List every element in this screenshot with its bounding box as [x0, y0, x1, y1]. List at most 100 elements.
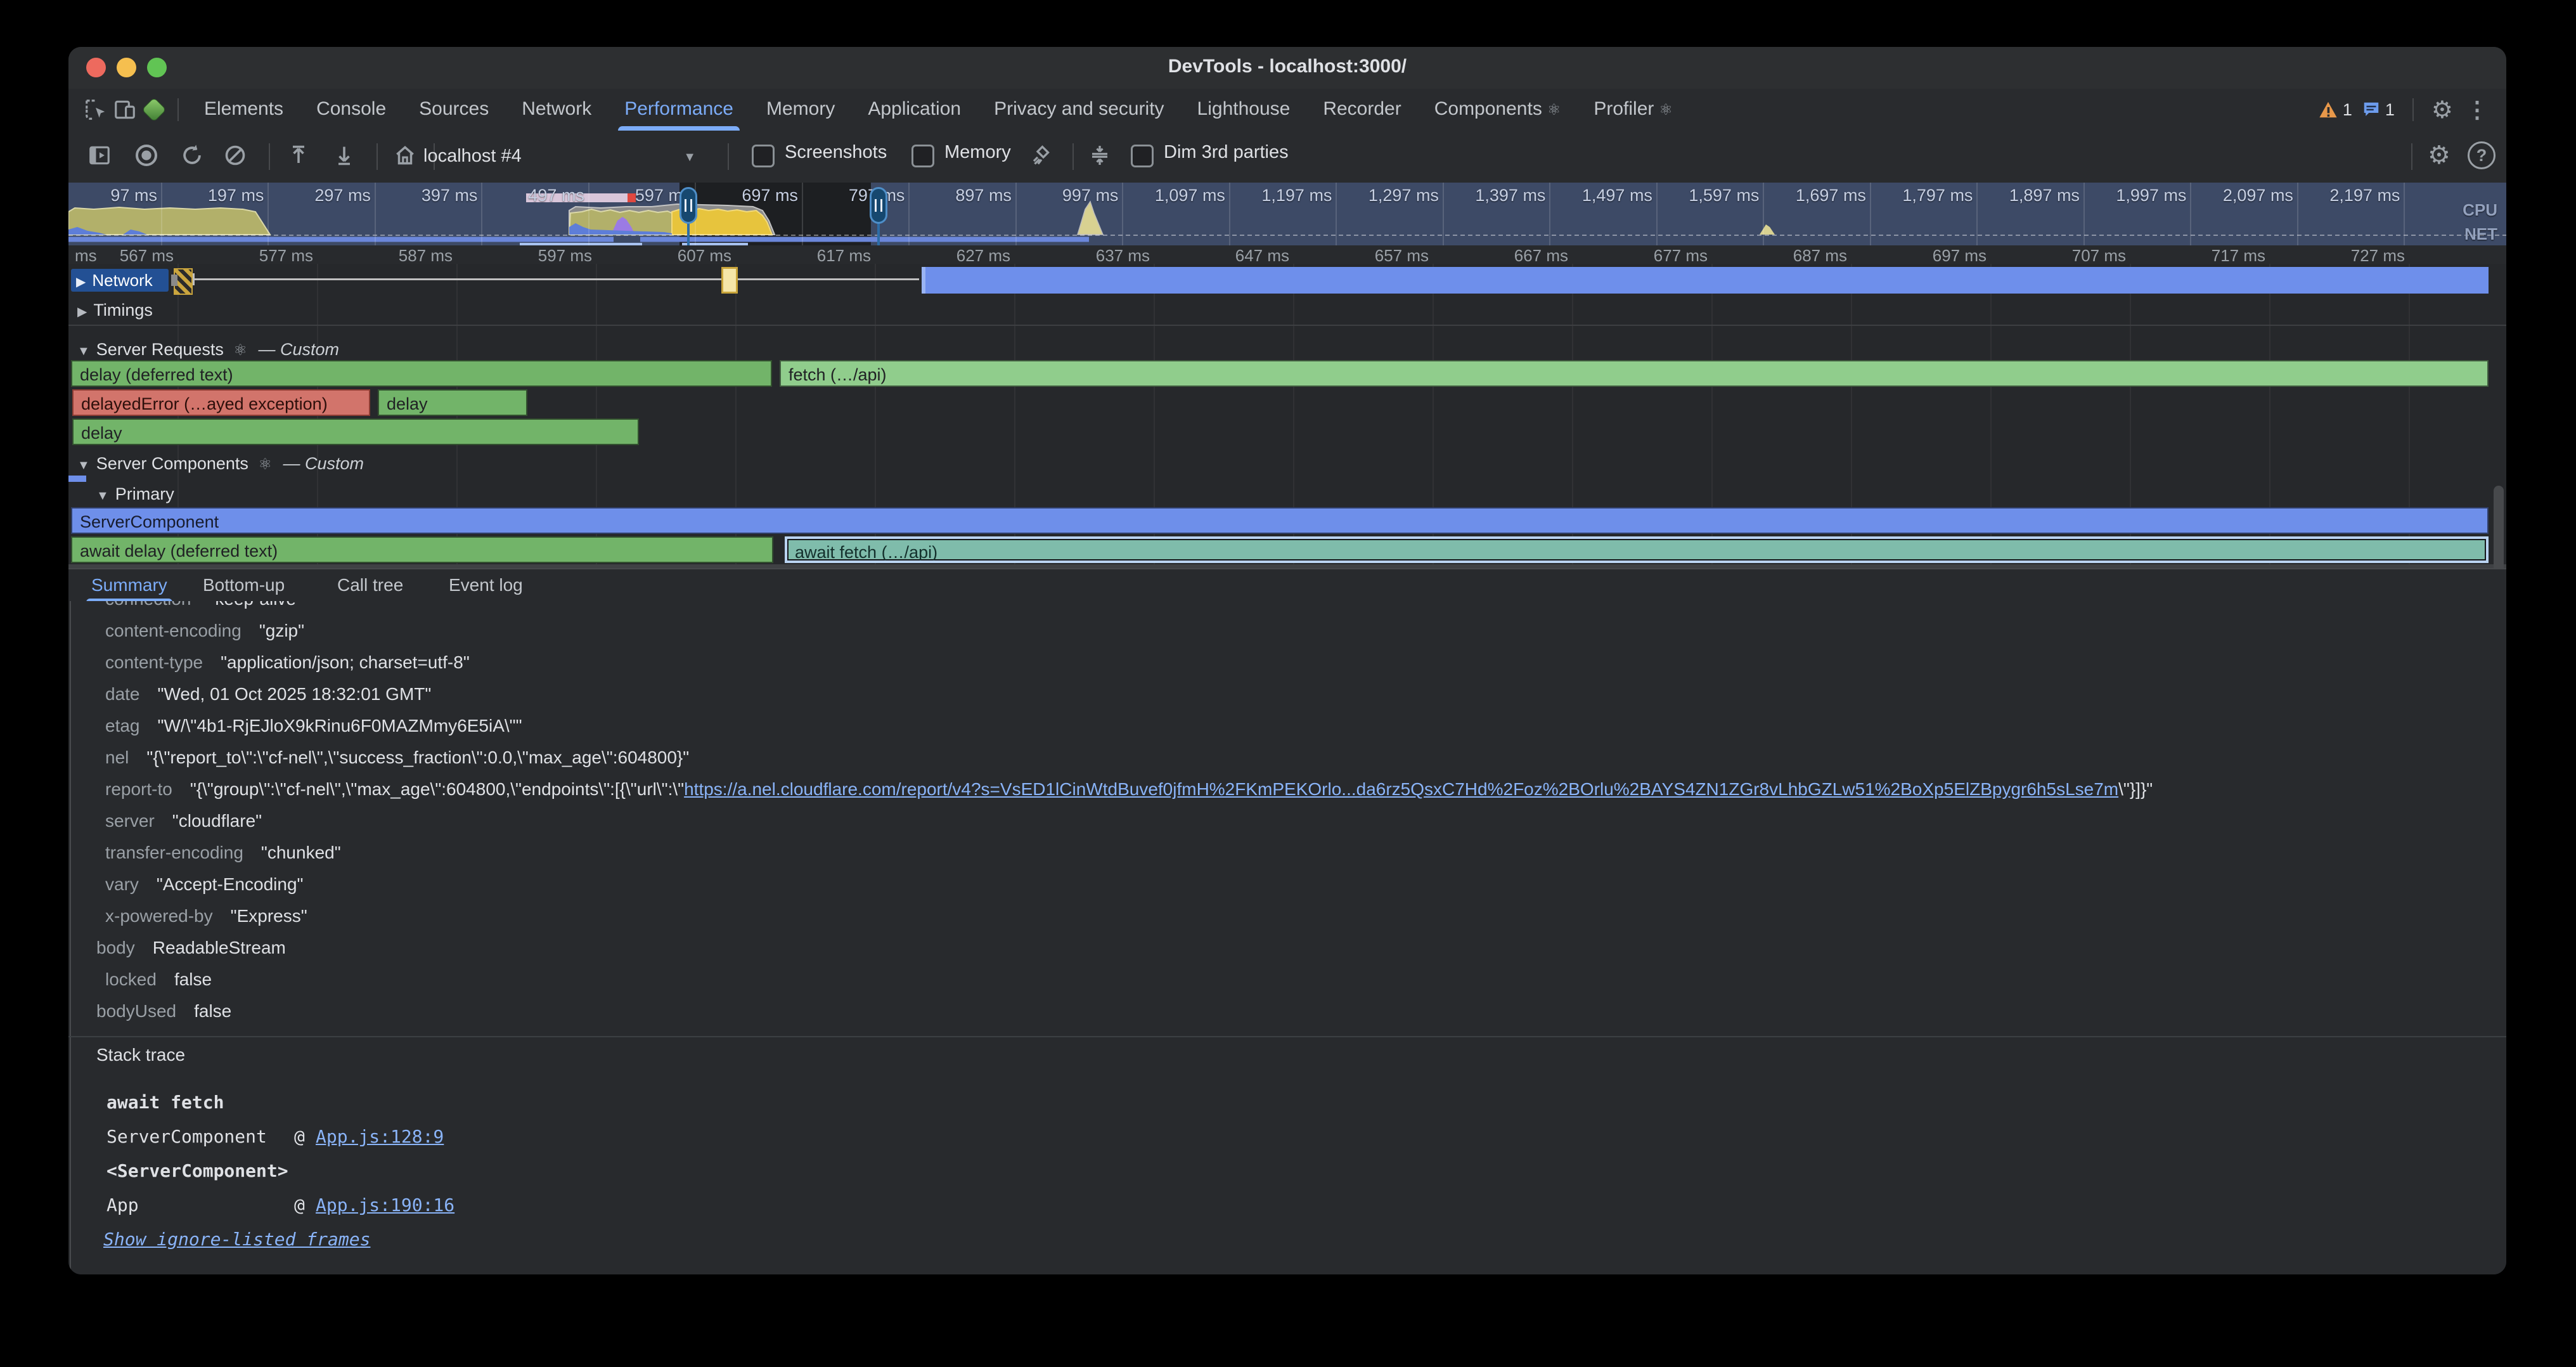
screenshots-checkbox[interactable] [752, 145, 775, 167]
overview-ruler-label: 1,397 ms [1438, 186, 1545, 205]
memory-checkbox[interactable] [911, 145, 934, 167]
timeline-overview[interactable]: 97 ms197 ms297 ms397 ms497 ms597 ms697 m… [68, 183, 2506, 245]
flame-bar-await-fetch-selected[interactable]: await fetch (…/api) [785, 536, 2489, 563]
property-value: "{\"group\":\"cf-nel\",\"max_age\":60480… [190, 779, 2153, 799]
tab-memory[interactable]: Memory [764, 89, 837, 131]
collapse-icon [1088, 144, 1111, 167]
property-key: date [105, 684, 140, 704]
flame-bar-fetch-api[interactable]: fetch (…/api) [780, 360, 2489, 387]
titlebar: DevTools - localhost:3000/ [68, 47, 2506, 90]
property-key: connection [105, 601, 191, 609]
device-toolbar-button[interactable] [110, 95, 139, 124]
toggle-sidebar-button[interactable] [82, 138, 117, 172]
tab-sources[interactable]: Sources [416, 89, 491, 131]
selection-right-handle[interactable] [870, 187, 887, 224]
summary-row: content-encoding "gzip" [68, 615, 2506, 647]
property-value: "gzip" [259, 621, 304, 640]
tab-call-tree[interactable]: Call tree [337, 569, 403, 602]
summary-pane: connection"keep-alive" content-encoding "g… [68, 601, 2506, 1274]
react-atom-icon: ⚛ [1659, 101, 1673, 119]
tab-lighthouse[interactable]: Lighthouse [1195, 89, 1293, 131]
report-to-url-link[interactable]: https://a.nel.cloudflare.com/report/v4?s… [684, 779, 2118, 799]
property-key: content-encoding [105, 621, 242, 640]
load-profile-button[interactable] [281, 138, 316, 172]
warning-icon[interactable] [2317, 100, 2339, 119]
summary-row: transfer-encoding"chunked" [68, 837, 2506, 869]
stack-link-app-js-190[interactable]: App.js:190:16 [316, 1195, 454, 1215]
flame-vertical-scrollbar[interactable] [2494, 486, 2504, 568]
flame-bar-delay[interactable]: delay [378, 389, 527, 416]
clear-button[interactable] [218, 138, 252, 172]
tab-performance[interactable]: Performance [622, 89, 736, 131]
home-button[interactable] [388, 138, 422, 172]
summary-row: report-to"{\"group\":\"cf-nel\",\"max_ag… [68, 774, 2506, 805]
settings-gear-icon[interactable]: ⚙ [2431, 96, 2453, 124]
flame-bar-server-component[interactable]: ServerComponent [71, 507, 2489, 534]
track-network[interactable]: ▶Network [71, 269, 169, 292]
summary-row: x-powered-by "Express" [68, 900, 2506, 932]
tab-console[interactable]: Console [314, 89, 389, 131]
kebab-menu-icon[interactable]: ⋮ [2466, 96, 2489, 123]
divider [177, 98, 179, 121]
show-ignore-listed-frames-link[interactable]: Show ignore-listed frames [103, 1229, 370, 1250]
tab-application[interactable]: Application [865, 89, 963, 131]
tab-components[interactable]: Components⚛ [1432, 89, 1564, 131]
dim-3rd-parties-checkbox[interactable] [1131, 145, 1154, 167]
tab-event-log[interactable]: Event log [449, 569, 523, 602]
record-and-reload-button[interactable] [175, 138, 209, 172]
help-button[interactable]: ? [2464, 138, 2499, 172]
property-value: ReadableStream [153, 938, 286, 957]
value-text: \"}]}" [2118, 779, 2153, 799]
property-value: "Express" [231, 906, 307, 926]
gc-button[interactable] [1024, 138, 1059, 172]
caret-right-icon: ▶ [77, 305, 87, 319]
performance-toolbar: localhost #4 ▼ Screenshots Memory Dim 3r… [68, 131, 2506, 184]
summary-row: connection"keep-alive" [68, 601, 2506, 615]
track-resize-marker [171, 275, 177, 286]
flame-bar-delayed-error[interactable]: delayedError (…ayed exception) [72, 389, 370, 416]
tab-recorder[interactable]: Recorder [1320, 89, 1403, 131]
track-primary[interactable]: ▼Primary [96, 484, 174, 504]
caret-down-icon: ▼ [96, 489, 109, 503]
record-button[interactable] [129, 138, 164, 172]
help-icon: ? [2468, 141, 2496, 169]
collapse-tracks-button[interactable] [1083, 138, 1117, 172]
network-request-candle[interactable] [721, 267, 738, 294]
flame-bar-delay[interactable]: delay [72, 418, 639, 445]
selection-left-handle[interactable] [679, 187, 697, 224]
track-server-components[interactable]: ▼Server Components ⚛ — Custom [77, 454, 364, 474]
chevron-down-icon: ▼ [683, 139, 696, 175]
flame-bar-await-delay[interactable]: await delay (deferred text) [71, 536, 773, 563]
reload-icon [180, 143, 204, 167]
ruler-label: 697 ms [1885, 246, 1987, 264]
ruler-label: 597 ms [491, 246, 592, 264]
tab-summary[interactable]: Summary [91, 569, 167, 602]
property-value: "{\"report_to\":\"cf-nel\",\"success_fra… [146, 748, 689, 767]
whisker-tick [193, 273, 195, 285]
tab-bottom-up[interactable]: Bottom-up [203, 569, 285, 602]
value-text: "{\"group\":\"cf-nel\",\"max_age\":60480… [190, 779, 684, 799]
overview-ruler-label: 597 ms [583, 186, 691, 205]
settings-gear-icon[interactable]: ⚙ [2428, 141, 2450, 170]
tab-network[interactable]: Network [519, 89, 594, 131]
tab-profiler[interactable]: Profiler⚛ [1591, 89, 1675, 131]
overview-ruler-label: 2,097 ms [2186, 186, 2293, 205]
flame-bar-delay-deferred[interactable]: delay (deferred text) [71, 360, 772, 387]
caret-down-icon: ▼ [77, 344, 90, 358]
divider [68, 1036, 2506, 1037]
tab-privacy-and-security[interactable]: Privacy and security [991, 89, 1166, 131]
overview-ruler-label: 2,197 ms [2292, 186, 2400, 205]
issue-count: 1 [2385, 100, 2395, 120]
tab-elements[interactable]: Elements [202, 89, 286, 131]
track-timings[interactable]: ▶Timings [77, 301, 153, 320]
save-profile-button[interactable] [327, 138, 361, 172]
ruler-label: 577 ms [212, 246, 313, 264]
property-key: vary [105, 874, 139, 894]
track-server-requests[interactable]: ▼Server Requests ⚛ — Custom [77, 340, 339, 360]
network-request-bar[interactable] [922, 267, 2489, 294]
stack-link-app-js-128[interactable]: App.js:128:9 [316, 1126, 444, 1147]
property-key: x-powered-by [105, 906, 213, 926]
target-selector-dropdown[interactable]: localhost #4 ▼ [423, 138, 696, 174]
inspect-element-button[interactable] [81, 95, 110, 124]
issues-icon[interactable] [2361, 100, 2381, 119]
